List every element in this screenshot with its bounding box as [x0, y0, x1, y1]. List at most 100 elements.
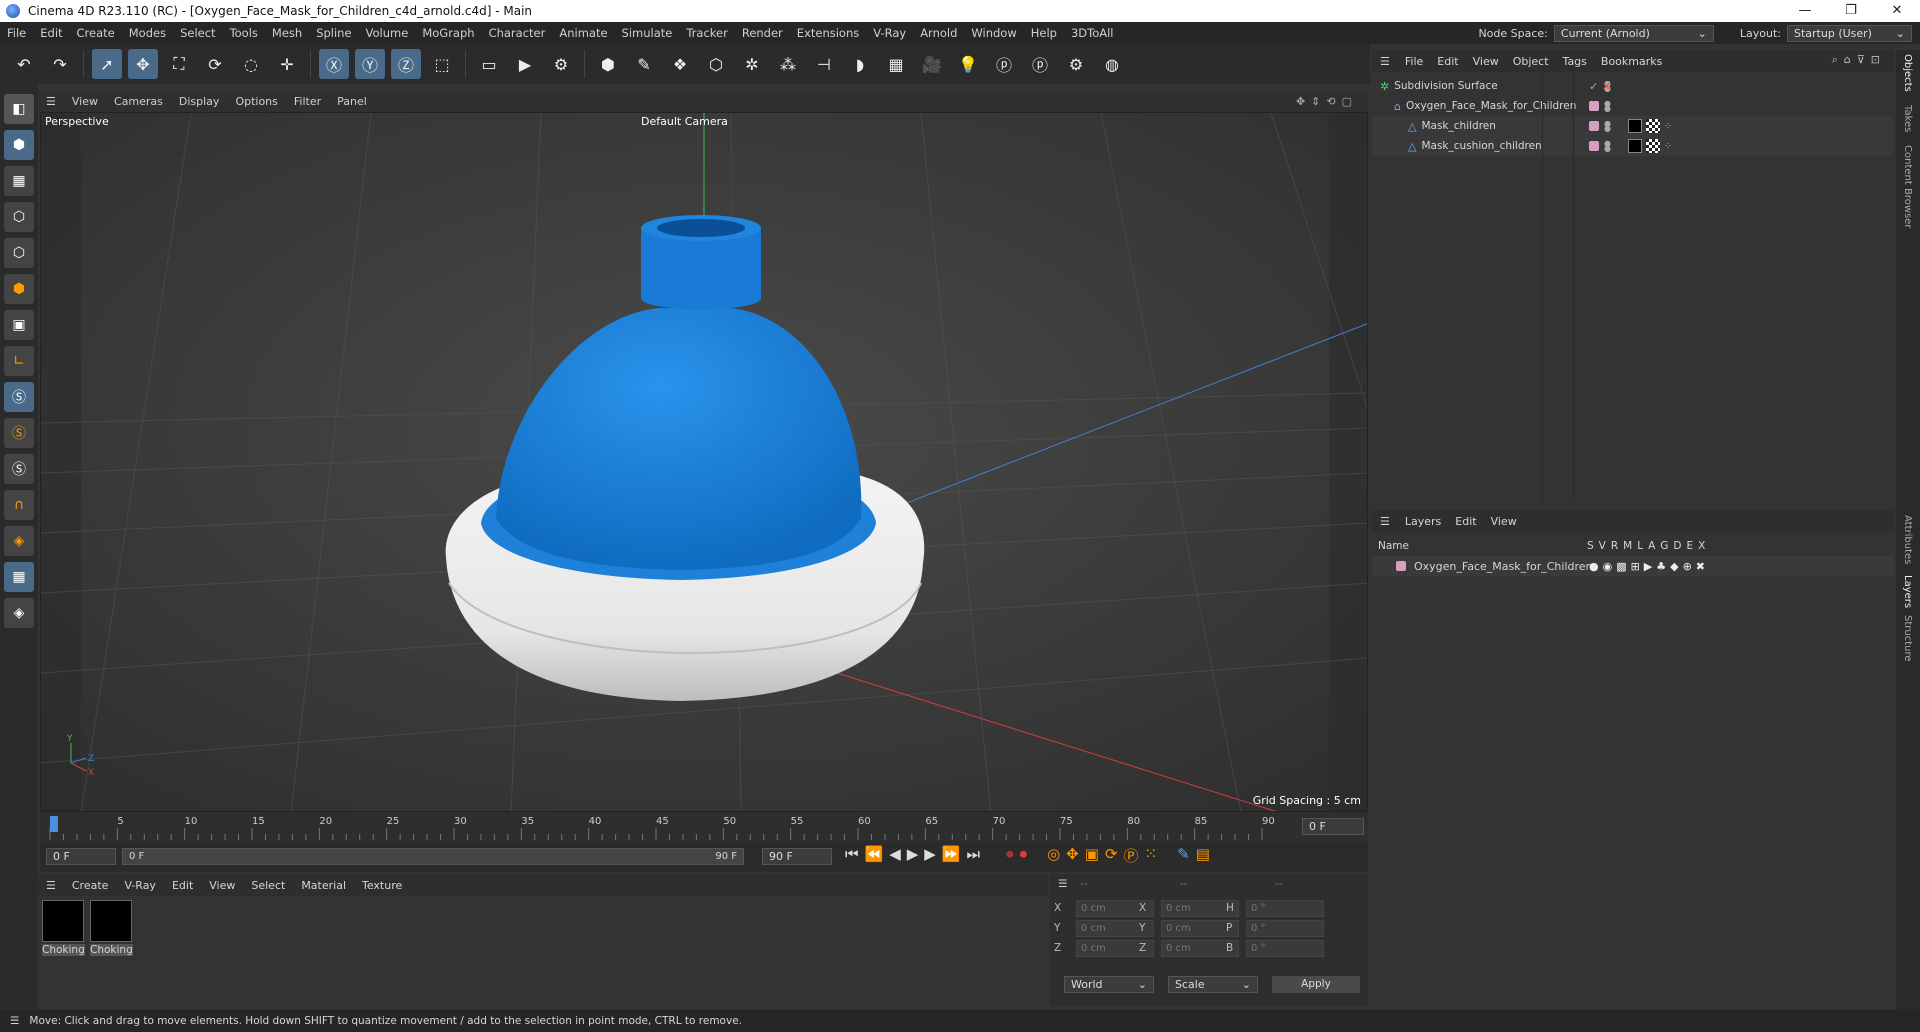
- symmetry-icon[interactable]: ⊣: [809, 49, 839, 79]
- menu-mesh[interactable]: Mesh: [265, 26, 309, 40]
- tab-layers[interactable]: Layers: [1902, 575, 1913, 608]
- size-mode-select[interactable]: Scale ⌄: [1168, 976, 1258, 993]
- object-menu-file[interactable]: File: [1398, 55, 1430, 68]
- cube-icon[interactable]: ⬢: [593, 49, 623, 79]
- menu-create[interactable]: Create: [70, 26, 122, 40]
- play-icon[interactable]: ▶: [907, 845, 919, 866]
- record-icon[interactable]: ⏺: [1006, 845, 1014, 866]
- viewport-menu-options[interactable]: Options: [227, 95, 285, 108]
- prev-frame-icon[interactable]: ◀: [889, 845, 901, 866]
- key-pla-icon[interactable]: ⁙: [1145, 845, 1158, 866]
- menu-character[interactable]: Character: [482, 26, 553, 40]
- extrude-icon[interactable]: ⬡: [701, 49, 731, 79]
- node-space-select[interactable]: Current (Arnold) ⌄: [1553, 24, 1714, 42]
- render-view-icon[interactable]: ▶: [510, 49, 540, 79]
- enabled-check-icon[interactable]: ✓: [1589, 80, 1598, 93]
- menu-extensions[interactable]: Extensions: [790, 26, 866, 40]
- layer-col-a[interactable]: A: [1648, 540, 1655, 552]
- snap-settings-icon[interactable]: Ⓢ: [4, 418, 34, 448]
- tab-structure[interactable]: Structure: [1902, 615, 1913, 662]
- object-name[interactable]: Mask_cushion_children: [1421, 140, 1541, 152]
- coord-value-field[interactable]: 0 °: [1246, 899, 1324, 917]
- material-menu-create[interactable]: Create: [64, 879, 117, 892]
- uvw-tag-icon[interactable]: [1646, 119, 1660, 133]
- y-axis-icon[interactable]: Ⓨ: [355, 49, 385, 79]
- x-axis-icon[interactable]: Ⓧ: [319, 49, 349, 79]
- workplane-icon[interactable]: ◈: [4, 526, 34, 556]
- key-position-icon[interactable]: ✥: [1066, 845, 1079, 866]
- layer-col-l[interactable]: L: [1637, 540, 1643, 552]
- material-menu-texture[interactable]: Texture: [354, 879, 410, 892]
- material-tag-icon[interactable]: [1628, 119, 1642, 133]
- magnet-icon[interactable]: ∩: [4, 490, 34, 520]
- menu-tools[interactable]: Tools: [223, 26, 265, 40]
- start-frame-field[interactable]: 0 F: [46, 848, 116, 865]
- layer-col-m[interactable]: M: [1623, 540, 1632, 552]
- gear-icon[interactable]: ⚙: [1061, 49, 1091, 79]
- object-tree-row[interactable]: △ Mask_cushion_children ● ● ⁘: [1372, 136, 1894, 156]
- layer-color-swatch[interactable]: [1589, 101, 1599, 111]
- end-frame-field[interactable]: 90 F: [762, 848, 832, 865]
- coord-value-field[interactable]: 0 °: [1246, 919, 1324, 937]
- timeline-ruler[interactable]: 051015202530354045505560657075808590 0 F: [40, 812, 1368, 842]
- viewport-menu-view[interactable]: View: [64, 95, 106, 108]
- motion-icon[interactable]: ✎: [1177, 845, 1190, 866]
- hamburger-icon[interactable]: ☰: [1050, 878, 1075, 890]
- object-menu-view[interactable]: View: [1466, 55, 1506, 68]
- axis-mode-icon[interactable]: ∟: [4, 346, 34, 376]
- material-menu-edit[interactable]: Edit: [164, 879, 201, 892]
- add-icon[interactable]: ✛: [272, 49, 302, 79]
- tab-content-browser[interactable]: Content Browser: [1902, 145, 1913, 228]
- 3d-viewport[interactable]: Y ZX Perspective Default Camera Grid Spac…: [40, 112, 1368, 812]
- layer-col-x[interactable]: X: [1698, 540, 1705, 552]
- frame-range-slider[interactable]: 0 F 90 F: [122, 848, 744, 865]
- object-tree-row[interactable]: ⌂ Oxygen_Face_Mask_for_Children ● ●: [1372, 96, 1894, 116]
- menu-select[interactable]: Select: [173, 26, 222, 40]
- pen-icon[interactable]: ✎: [629, 49, 659, 79]
- autokey-icon[interactable]: ⏺: [1020, 845, 1028, 866]
- move-icon[interactable]: ✥: [128, 49, 158, 79]
- object-name[interactable]: Subdivision Surface: [1394, 80, 1498, 92]
- visibility-dots-icon[interactable]: ● ●: [1604, 120, 1611, 133]
- layer-col-e[interactable]: E: [1687, 540, 1694, 552]
- object-menu-object[interactable]: Object: [1506, 55, 1556, 68]
- select-icon[interactable]: ➚: [92, 49, 122, 79]
- prev-key-icon[interactable]: ⏪: [865, 845, 884, 866]
- coord-value-field[interactable]: 0 °: [1246, 939, 1324, 957]
- snap-grid-icon[interactable]: Ⓢ: [4, 454, 34, 484]
- menu-file[interactable]: File: [0, 26, 33, 40]
- key-scale-icon[interactable]: ▣: [1085, 845, 1099, 866]
- redo-icon[interactable]: ↷: [45, 49, 75, 79]
- layer-col-g[interactable]: G: [1660, 540, 1668, 552]
- viewport-menu-display[interactable]: Display: [171, 95, 228, 108]
- layer-color-swatch[interactable]: [1589, 141, 1599, 151]
- menu-volume[interactable]: Volume: [359, 26, 416, 40]
- material-menu-material[interactable]: Material: [293, 879, 354, 892]
- object-manager-tools[interactable]: ⌕⌂⊽⊡: [1832, 53, 1886, 67]
- go-to-end-icon[interactable]: ⏭: [967, 845, 981, 866]
- menu-vray[interactable]: V-Ray: [866, 26, 913, 40]
- menu-spline[interactable]: Spline: [309, 26, 358, 40]
- viewport-nav-icons[interactable]: ✥⇕⟲▢: [1296, 95, 1358, 108]
- phong-tag-icon[interactable]: ⁘: [1664, 141, 1672, 152]
- tab-attributes[interactable]: Attributes: [1902, 515, 1913, 564]
- floor-icon[interactable]: ▦: [881, 49, 911, 79]
- layer-toggle-icons[interactable]: ●◉▩⊞▶♣◆⊕✖: [1589, 560, 1709, 573]
- layer-name[interactable]: Oxygen_Face_Mask_for_Children: [1414, 560, 1593, 573]
- lock-workplane-icon[interactable]: ◈: [4, 598, 34, 628]
- menu-mograph[interactable]: MoGraph: [415, 26, 481, 40]
- viewport-camera-label[interactable]: Default Camera: [641, 115, 728, 128]
- menu-animate[interactable]: Animate: [552, 26, 614, 40]
- polygons-mode-icon[interactable]: ⬢: [4, 274, 34, 304]
- grid-icon[interactable]: ▦: [4, 562, 34, 592]
- last-tool-icon[interactable]: ◌: [236, 49, 266, 79]
- menu-help[interactable]: Help: [1024, 26, 1064, 40]
- menu-render[interactable]: Render: [735, 26, 790, 40]
- viewport-menu-filter[interactable]: Filter: [286, 95, 329, 108]
- key-rotation-icon[interactable]: ⟳: [1105, 845, 1118, 866]
- layer-menu-edit[interactable]: Edit: [1448, 515, 1483, 528]
- menu-tracker[interactable]: Tracker: [679, 26, 735, 40]
- visibility-dots-icon[interactable]: ● ●: [1604, 100, 1611, 113]
- layer-row[interactable]: Oxygen_Face_Mask_for_Children ●◉▩⊞▶♣◆⊕✖: [1372, 556, 1894, 576]
- minimize-button[interactable]: —: [1782, 0, 1828, 22]
